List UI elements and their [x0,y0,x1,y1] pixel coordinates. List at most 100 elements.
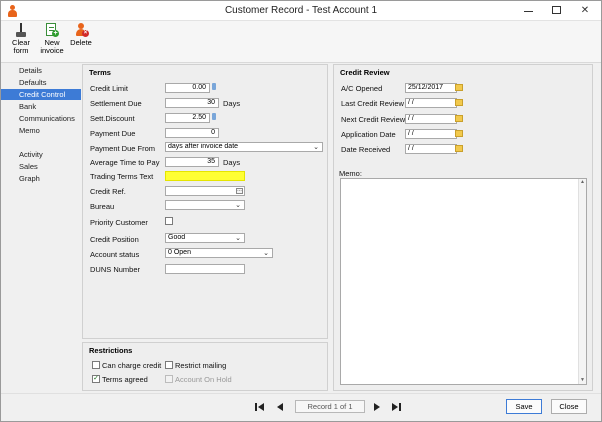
avg-time-days-label: Days [223,158,241,167]
ac-opened-field[interactable]: 25/12/2017 [405,83,457,93]
avg-time-to-pay-label: Average Time to Pay [90,158,160,167]
sidebar-item-communications[interactable]: Communications [1,113,81,124]
next-credit-review-label: Next Credit Review [341,115,406,124]
calendar-icon[interactable] [455,144,463,152]
sidebar-item-details[interactable]: Details [1,65,81,76]
sidebar-item-credit-control[interactable]: Credit Control [1,89,81,100]
minimize-button[interactable] [515,1,543,20]
priority-customer-label: Priority Customer [90,218,148,227]
credit-position-select[interactable]: Good ⌄ [165,233,245,243]
maximize-button[interactable] [543,1,571,20]
terms-title: Terms [89,68,111,77]
settlement-days-label: Days [223,99,241,108]
priority-customer-checkbox[interactable] [165,217,173,225]
previous-record-icon [277,403,283,411]
sidebar-item-memo[interactable]: Memo [1,125,81,136]
scroll-up-icon[interactable]: ▲ [579,179,586,186]
new-invoice-icon: + [45,23,59,37]
date-received-label: Date Received [341,145,391,154]
previous-record-button[interactable] [275,401,287,413]
window-close-button[interactable]: ✕ [571,1,599,20]
broom-icon [14,23,28,37]
memo-label: Memo: [339,169,362,178]
memo-scrollbar[interactable]: ▲ ▼ [578,179,586,384]
trading-terms-label: Trading Terms Text [90,172,154,181]
next-credit-review-field[interactable]: / / [405,114,457,124]
sett-discount-field[interactable]: 2.50 [165,113,210,123]
first-record-button[interactable] [254,401,266,413]
calendar-icon[interactable] [455,98,463,106]
first-record-icon [255,403,257,411]
avg-time-to-pay-field[interactable]: 35 [165,157,219,167]
credit-limit-spin-icon[interactable] [211,83,217,91]
calendar-icon[interactable] [455,83,463,91]
application-date-field[interactable]: / / [405,129,457,139]
account-on-hold-checkbox[interactable] [165,375,173,383]
date-received-field[interactable]: / / [405,144,457,154]
credit-ref-label: Credit Ref. [90,187,126,196]
credit-limit-field[interactable]: 0.00 [165,83,210,93]
scroll-down-icon[interactable]: ▼ [579,377,586,384]
bureau-select[interactable]: ⌄ [165,200,245,210]
payment-due-field[interactable]: 0 [165,128,219,138]
trading-terms-field[interactable] [165,171,245,181]
chevron-down-icon: ⌄ [235,202,241,209]
clear-form-button[interactable]: Clear form [8,23,34,61]
application-date-label: Application Date [341,130,396,139]
calendar-icon[interactable] [455,129,463,137]
ellipsis-icon[interactable]: … [236,188,243,194]
new-invoice-button[interactable]: + New invoice [37,23,67,61]
restrict-mailing-label: Restrict mailing [175,361,227,370]
footer-bar: Record 1 of 1 Save Close [1,393,601,421]
bureau-label: Bureau [90,202,115,211]
new-invoice-label: New invoice [40,38,64,55]
delete-button[interactable]: × Delete [67,23,95,61]
next-record-button[interactable] [371,401,383,413]
sidebar-item-defaults[interactable]: Defaults [1,77,81,88]
account-on-hold-label: Account On Hold [175,375,232,384]
ac-opened-label: A/C Opened [341,84,383,93]
sidebar-nav: Details Defaults Credit Control Bank Com… [1,63,81,401]
next-record-icon [374,403,380,411]
sidebar-item-graph[interactable]: Graph [1,173,81,184]
account-status-value: 0 Open [168,249,191,256]
last-record-button[interactable] [391,401,403,413]
payment-due-from-select[interactable]: days after invoice date ⌄ [165,142,323,152]
maximize-icon [552,6,561,14]
save-button[interactable]: Save [506,399,542,414]
settlement-due-field[interactable]: 30 [165,98,219,108]
can-charge-credit-checkbox[interactable] [92,361,100,369]
sidebar-item-bank[interactable]: Bank [1,101,81,112]
sett-discount-spin-icon[interactable] [211,113,217,121]
credit-ref-field[interactable]: … [165,186,245,196]
restrict-mailing-checkbox[interactable] [165,361,173,369]
account-status-label: Account status [90,250,140,259]
first-record-arrow [258,403,264,411]
close-button[interactable]: Close [551,399,587,414]
calendar-icon[interactable] [455,114,463,122]
clear-form-label: Clear form [12,38,30,55]
memo-textarea[interactable]: ▲ ▼ [340,178,587,385]
last-record-arrow [392,403,398,411]
terms-agreed-label: Terms agreed [102,375,148,384]
sidebar-item-sales[interactable]: Sales [1,161,81,172]
terms-agreed-checkbox[interactable]: ✓ [92,375,100,383]
last-credit-review-field[interactable]: / / [405,98,457,108]
last-record-icon [399,403,401,411]
delete-person-icon: × [74,23,89,37]
sidebar-item-activity[interactable]: Activity [1,149,81,160]
minimize-icon [524,11,533,12]
window-title: Customer Record - Test Account 1 [224,5,378,16]
payment-due-from-label: Payment Due From [90,144,156,153]
last-credit-review-label: Last Credit Review [341,99,404,108]
chevron-down-icon: ⌄ [313,144,319,151]
duns-number-field[interactable] [165,264,245,274]
credit-position-label: Credit Position [90,235,139,244]
checkmark-icon: ✓ [93,375,99,382]
title-bar: Customer Record - Test Account 1 ✕ [1,1,601,21]
can-charge-credit-label: Can charge credit [102,361,162,370]
ribbon-toolbar: Clear form + New invoice × Delete [1,21,601,63]
credit-limit-label: Credit Limit [90,84,128,93]
chevron-down-icon: ⌄ [263,250,269,257]
account-status-select[interactable]: 0 Open ⌄ [165,248,273,258]
